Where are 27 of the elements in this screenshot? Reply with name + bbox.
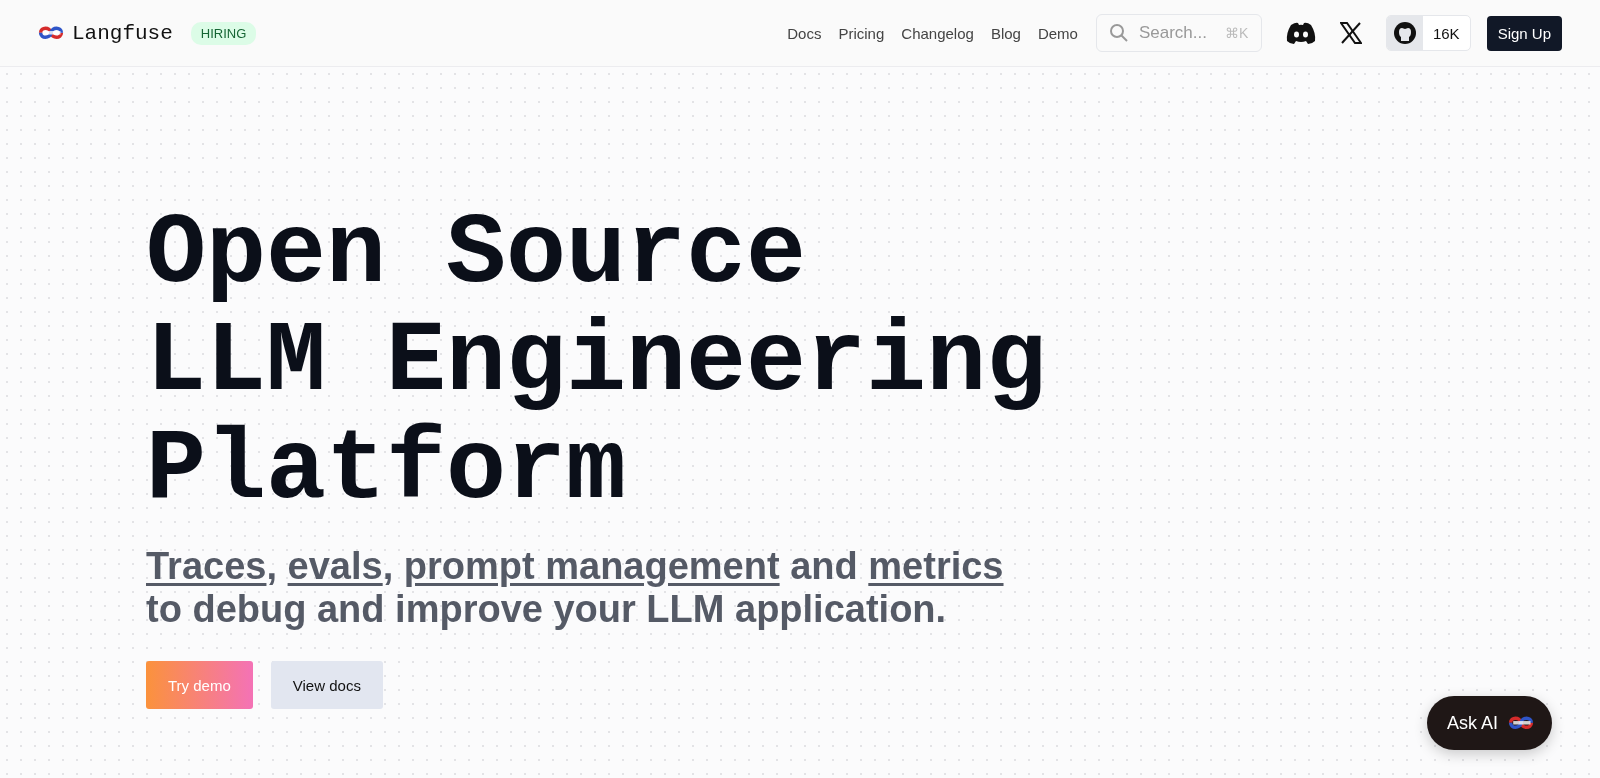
ask-ai-button[interactable]: Ask AI [1426, 696, 1552, 750]
nav-link[interactable]: Docs [787, 24, 822, 42]
x-logo-icon[interactable] [1339, 22, 1362, 44]
hero-title-line: Open Source [146, 201, 807, 309]
shortcut-hint: ⌘K [1224, 25, 1249, 41]
nav-link[interactable]: Demo [1037, 24, 1078, 42]
nav-link[interactable]: Pricing [838, 24, 885, 42]
nav-link[interactable]: Blog [990, 24, 1021, 42]
brand-name[interactable]: Langfuse [72, 21, 173, 45]
knot-icon [1508, 715, 1534, 731]
subtitle-link[interactable]: evals [287, 545, 383, 587]
logo-icon [38, 25, 64, 41]
hero-subtitle: Traces, evals, prompt management and metrics to debug and improve your LLM application. [146, 545, 1005, 631]
hiring-badge[interactable]: HIRING [190, 21, 257, 45]
hero-title-line: LLM Engineering [146, 309, 1047, 417]
nav-link[interactable]: Changelog [901, 24, 974, 42]
hero-title-line: Platform [146, 417, 627, 525]
search-input[interactable]: Search... [1136, 22, 1217, 44]
sign-up-button[interactable]: Sign Up [1486, 15, 1562, 51]
github-icon [1392, 21, 1417, 45]
search-icon [1108, 23, 1129, 43]
view-docs-button[interactable]: View docs [270, 661, 383, 709]
discord-icon[interactable] [1285, 21, 1316, 45]
github-button[interactable]: 16K [1385, 15, 1471, 51]
subtitle-link[interactable]: metrics [868, 545, 1004, 587]
subtitle-link[interactable]: Traces [146, 545, 267, 587]
subtitle-link[interactable]: prompt management [403, 545, 780, 587]
